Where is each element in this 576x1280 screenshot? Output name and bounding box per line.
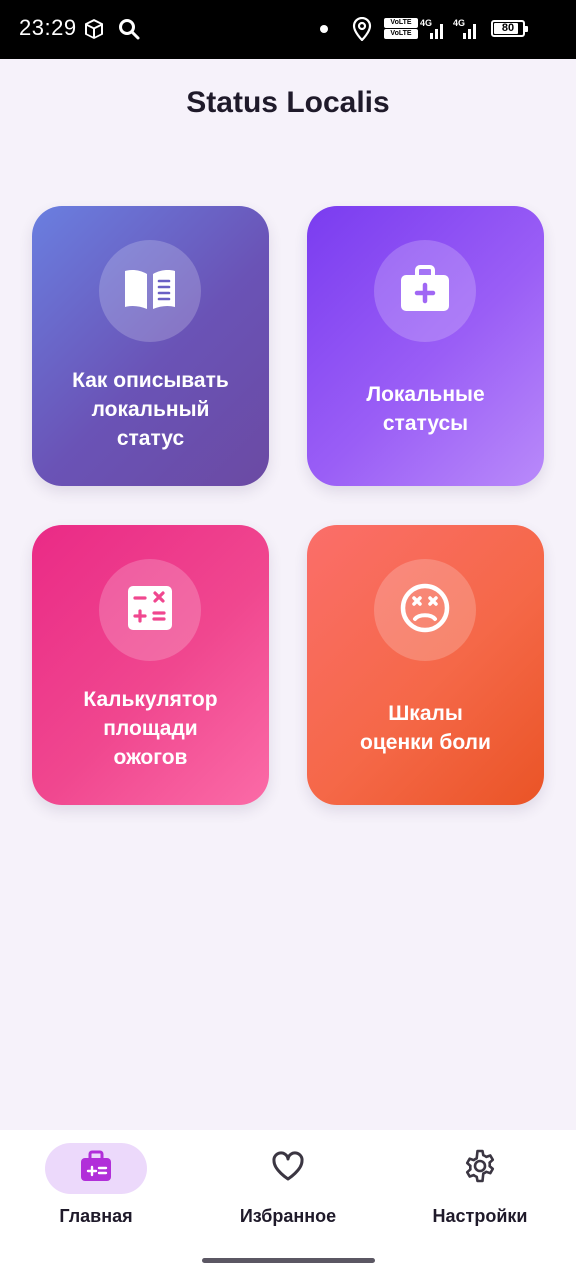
heart-icon: [271, 1150, 305, 1187]
nav-label-home: Главная: [59, 1206, 133, 1226]
card-burn-area-calculator[interactable]: Калькулятор площади ожогов: [32, 525, 269, 805]
card-icon-circle: [99, 559, 201, 661]
card-label: Как описывать локальный статус: [72, 369, 229, 450]
volte-icon: VoLTE VoLTE: [384, 18, 418, 40]
card-label: Калькулятор площади ожогов: [83, 688, 218, 769]
signal-icon-2: 4G: [453, 17, 479, 46]
dizzy-face-icon: [399, 582, 451, 639]
card-label: Шкалы оценки боли: [360, 702, 491, 754]
nav-item-favorites[interactable]: Избранное: [192, 1130, 384, 1240]
medical-kit-icon: [399, 264, 451, 318]
card-how-to-describe-status[interactable]: Как описывать локальный статус: [32, 206, 269, 486]
nav-label-settings: Настройки: [432, 1206, 528, 1226]
nav-label-favorites: Избранное: [239, 1206, 337, 1226]
volte-label-1: VoLTE: [384, 18, 418, 28]
home-medical-icon: [79, 1149, 113, 1188]
nav-item-settings[interactable]: Настройки: [384, 1130, 576, 1240]
card-pain-scales[interactable]: Шкалы оценки боли: [307, 525, 544, 805]
search-icon: [117, 17, 141, 46]
location-icon: [352, 16, 372, 46]
card-local-statuses[interactable]: Локальные статусы: [307, 206, 544, 486]
battery-icon: 80: [491, 20, 528, 37]
page-title: Status Localis: [186, 86, 390, 119]
home-indicator[interactable]: [202, 1258, 375, 1263]
calculator-icon: [127, 585, 173, 636]
nav-icon-container: [237, 1143, 339, 1194]
card-icon-circle: [374, 559, 476, 661]
notification-dot-icon: [320, 25, 328, 33]
nav-active-indicator: [45, 1143, 147, 1194]
card-icon-circle: [99, 240, 201, 342]
nav-icon-container: [429, 1143, 531, 1194]
network-type-2: 4G: [453, 18, 465, 28]
gear-icon: [463, 1149, 497, 1188]
nav-item-home[interactable]: Главная: [0, 1130, 192, 1240]
battery-level: 80: [501, 22, 515, 34]
card-label: Локальные статусы: [366, 383, 485, 435]
network-type-1: 4G: [420, 18, 432, 28]
signal-icon: 4G: [420, 17, 446, 46]
clock: 23:29: [19, 15, 77, 40]
card-icon-circle: [374, 240, 476, 342]
open-book-icon: [122, 267, 178, 316]
volte-label-2: VoLTE: [384, 29, 418, 39]
package-icon: [82, 17, 106, 46]
status-bar: 23:29 VoLTE VoLTE 4G 4G 80: [0, 0, 576, 59]
